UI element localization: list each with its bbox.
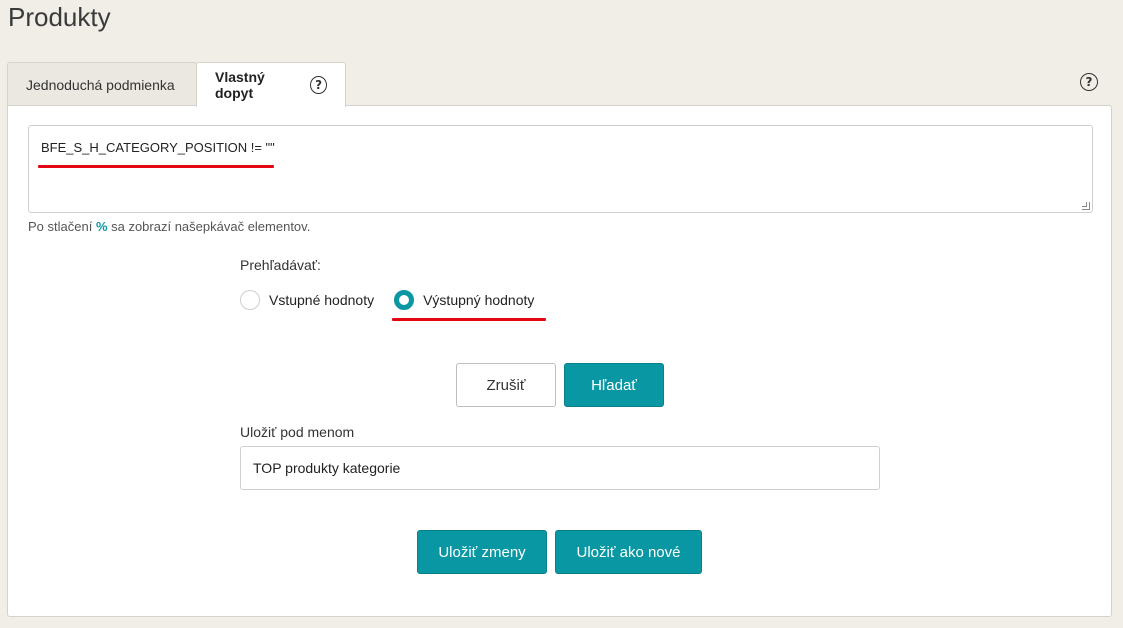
tab-simple-condition-label: Jednoduchá podmienka <box>26 76 175 93</box>
hint-key: % <box>95 219 108 234</box>
page-title: Produkty <box>8 2 111 32</box>
resize-grip-icon[interactable] <box>1082 202 1090 210</box>
query-annotation-underline <box>38 165 274 168</box>
hint-text-before: Po stlačení <box>28 219 96 234</box>
query-textarea[interactable]: BFE_S_H_CATEGORY_POSITION != "" <box>28 125 1093 213</box>
save-changes-button[interactable]: Uložiť zmeny <box>417 530 547 574</box>
radio-annotation-underline <box>392 318 546 321</box>
save-as-new-button[interactable]: Uložiť ako nové <box>555 530 702 574</box>
radio-input-values-label: Vstupné hodnoty <box>269 292 375 308</box>
question-circle-icon[interactable]: ? <box>310 76 327 94</box>
tab-custom-query[interactable]: Vlastný dopyt ? <box>196 62 346 107</box>
cancel-button[interactable]: Zrušiť <box>456 363 556 407</box>
search-in-radio-group: Vstupné hodnoty Výstupný hodnoty <box>240 290 554 310</box>
radio-output-values[interactable]: Výstupný hodnoty <box>394 290 534 310</box>
hint-text-after: sa zobrazí našepkávač elementov. <box>107 219 311 234</box>
tab-custom-query-label: Vlastný dopyt <box>215 69 265 101</box>
radio-input-values[interactable]: Vstupné hodnoty <box>240 290 374 310</box>
radio-checked-icon[interactable] <box>394 290 415 310</box>
help-icon[interactable]: ? <box>1080 73 1098 91</box>
query-text: BFE_S_H_CATEGORY_POSITION != "" <box>41 140 275 155</box>
search-in-label: Prehľadávať: <box>240 257 321 273</box>
search-button[interactable]: Hľadať <box>564 363 664 407</box>
save-as-label: Uložiť pod menom <box>240 424 355 440</box>
tab-simple-condition[interactable]: Jednoduchá podmienka <box>7 62 197 106</box>
query-hint: Po stlačení % sa zobrazí našepkávač elem… <box>28 219 310 234</box>
radio-output-values-label: Výstupný hodnoty <box>423 292 535 308</box>
custom-query-panel: BFE_S_H_CATEGORY_POSITION != "" Po stlač… <box>7 105 1112 617</box>
radio-unchecked-icon[interactable] <box>240 290 260 310</box>
save-as-input[interactable] <box>240 446 880 490</box>
